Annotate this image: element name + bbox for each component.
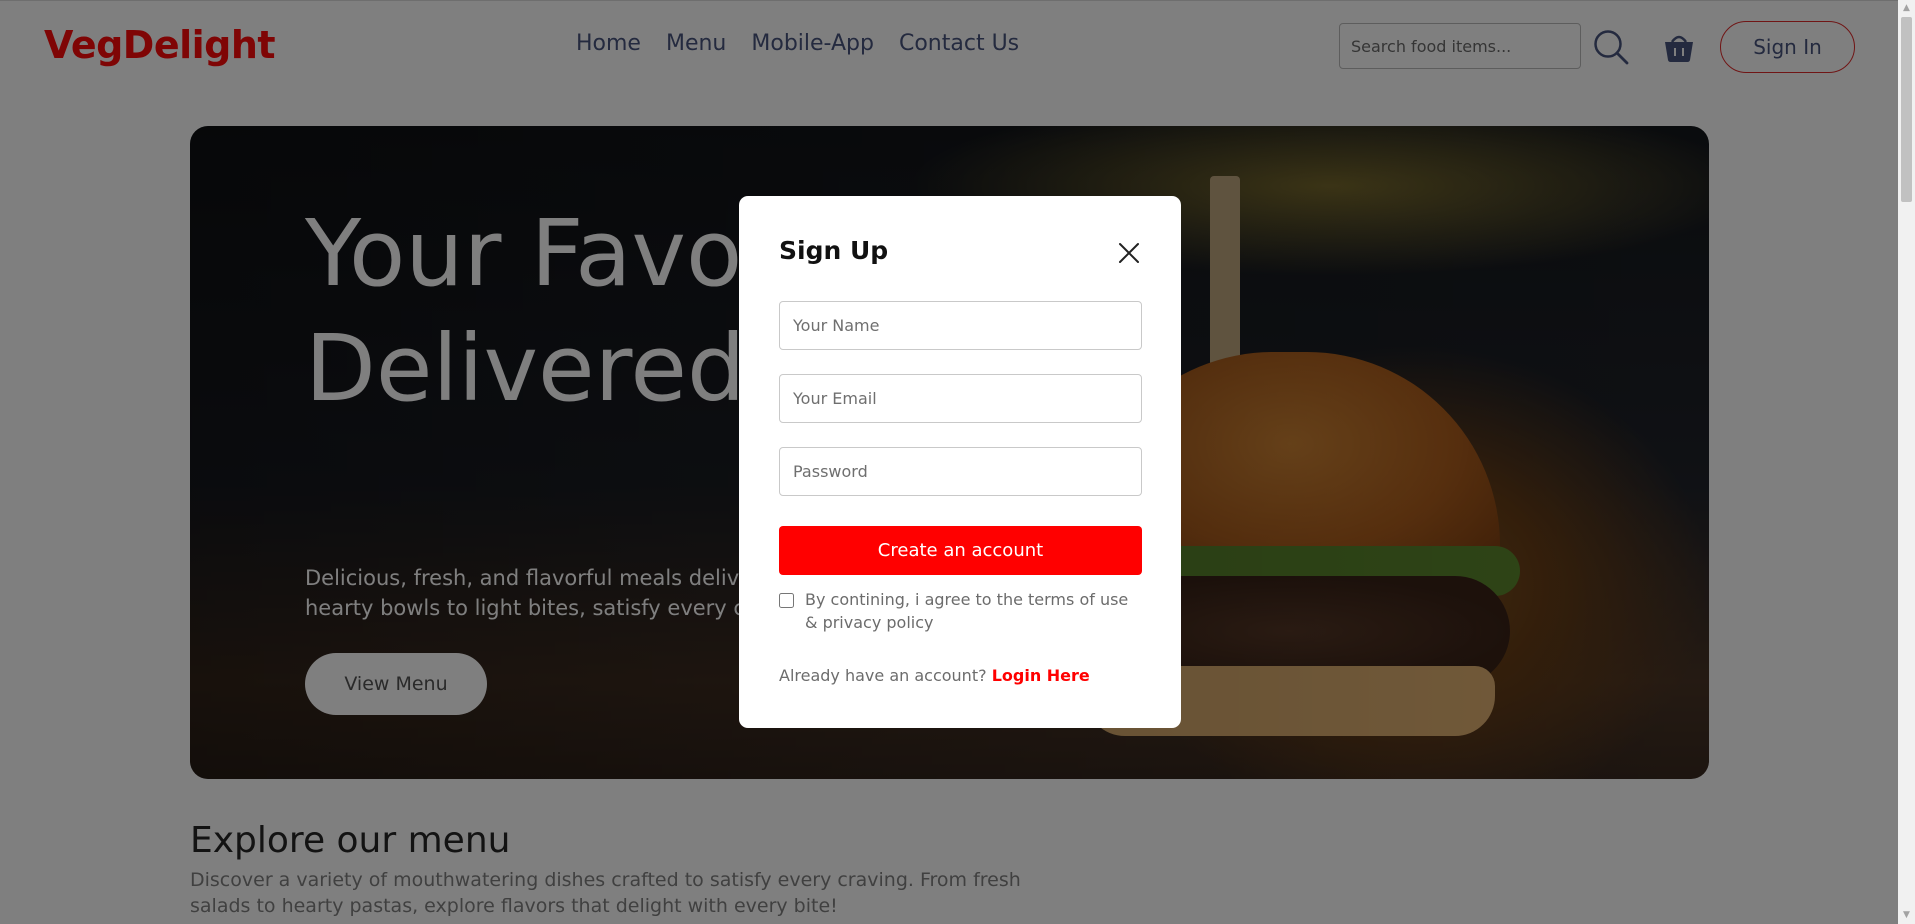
close-icon[interactable] xyxy=(1117,241,1141,265)
name-field[interactable] xyxy=(779,301,1142,350)
login-prompt: Already have an account? xyxy=(779,666,987,685)
modal-title: Sign Up xyxy=(779,236,889,265)
login-here-link[interactable]: Login Here xyxy=(992,666,1090,685)
login-prompt-row: Already have an account? Login Here xyxy=(779,666,1090,685)
password-field[interactable] xyxy=(779,447,1142,496)
scroll-up-arrow-icon[interactable]: ▲ xyxy=(1898,0,1915,17)
scrollbar[interactable]: ▲ ▼ xyxy=(1898,0,1915,924)
create-account-button[interactable]: Create an account xyxy=(779,526,1142,575)
scroll-thumb[interactable] xyxy=(1901,17,1912,202)
email-field[interactable] xyxy=(779,374,1142,423)
terms-text: By contining, i agree to the terms of us… xyxy=(805,590,1129,632)
scroll-down-arrow-icon[interactable]: ▼ xyxy=(1898,907,1915,924)
sign-up-modal: Sign Up Create an account By contining, … xyxy=(739,196,1181,728)
terms-checkbox[interactable] xyxy=(779,593,794,608)
